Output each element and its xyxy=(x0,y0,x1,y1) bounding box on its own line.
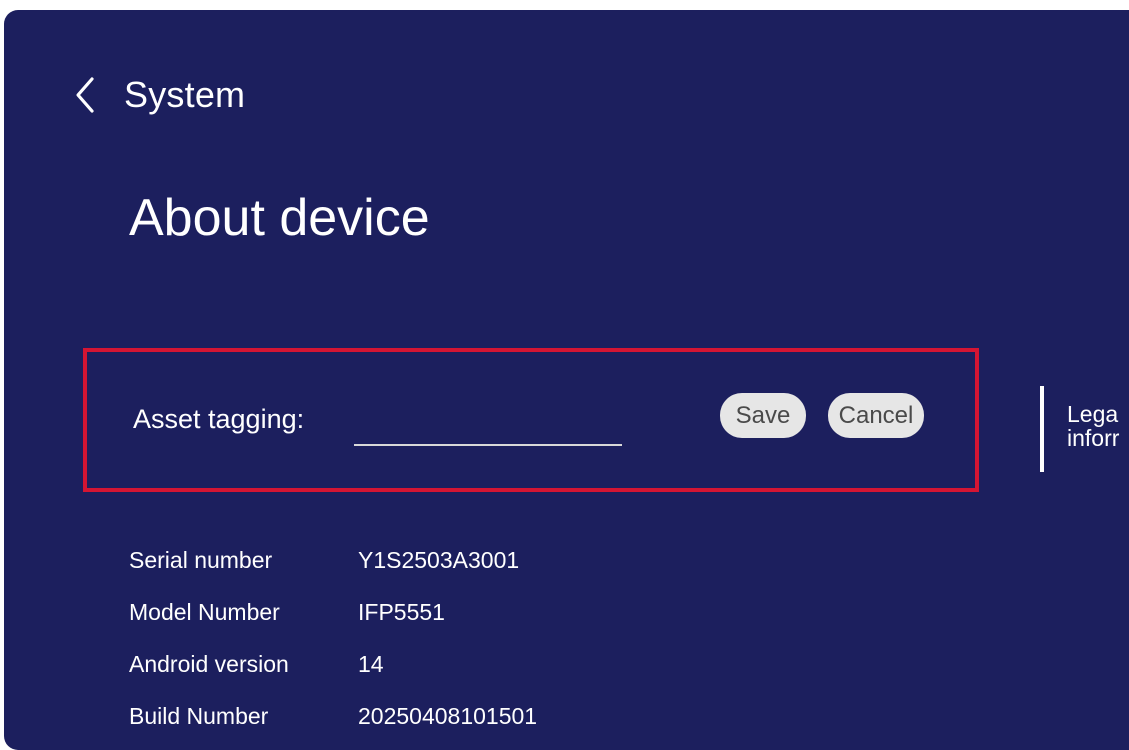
save-button[interactable]: Save xyxy=(720,393,806,438)
info-value: Y1S2503A3001 xyxy=(358,546,520,573)
info-label: Android version xyxy=(129,650,289,677)
legal-information-item[interactable]: Lega inforr xyxy=(1067,402,1119,450)
asset-tagging-panel: Asset tagging: Save Cancel xyxy=(83,348,979,492)
cancel-button[interactable]: Cancel xyxy=(828,393,924,438)
legal-line-2: inforr xyxy=(1067,425,1120,451)
back-label: System xyxy=(124,74,246,115)
chevron-left-icon xyxy=(76,77,94,113)
settings-screen: System About device Asset tagging: Save … xyxy=(4,10,1129,750)
info-row-build: Build Number 20250408101501 xyxy=(129,690,537,742)
asset-tagging-label: Asset tagging: xyxy=(133,404,305,434)
info-row-android-version: Android version 14 xyxy=(129,638,537,690)
info-value: 20250408101501 xyxy=(358,702,538,729)
device-info-list: Serial number Y1S2503A3001 Model Number … xyxy=(129,534,537,742)
legal-line-1: Lega xyxy=(1067,401,1119,427)
info-label: Build Number xyxy=(129,702,269,729)
side-menu-indicator xyxy=(1040,386,1044,472)
info-row-model: Model Number IFP5551 xyxy=(129,586,537,638)
asset-tagging-input[interactable] xyxy=(354,408,622,446)
back-button[interactable]: System xyxy=(70,74,245,116)
info-value: IFP5551 xyxy=(358,598,445,625)
page-title: About device xyxy=(129,189,430,247)
info-row-serial: Serial number Y1S2503A3001 xyxy=(129,534,537,586)
info-value: 14 xyxy=(358,650,384,677)
info-label: Serial number xyxy=(129,546,273,573)
info-label: Model Number xyxy=(129,598,280,625)
